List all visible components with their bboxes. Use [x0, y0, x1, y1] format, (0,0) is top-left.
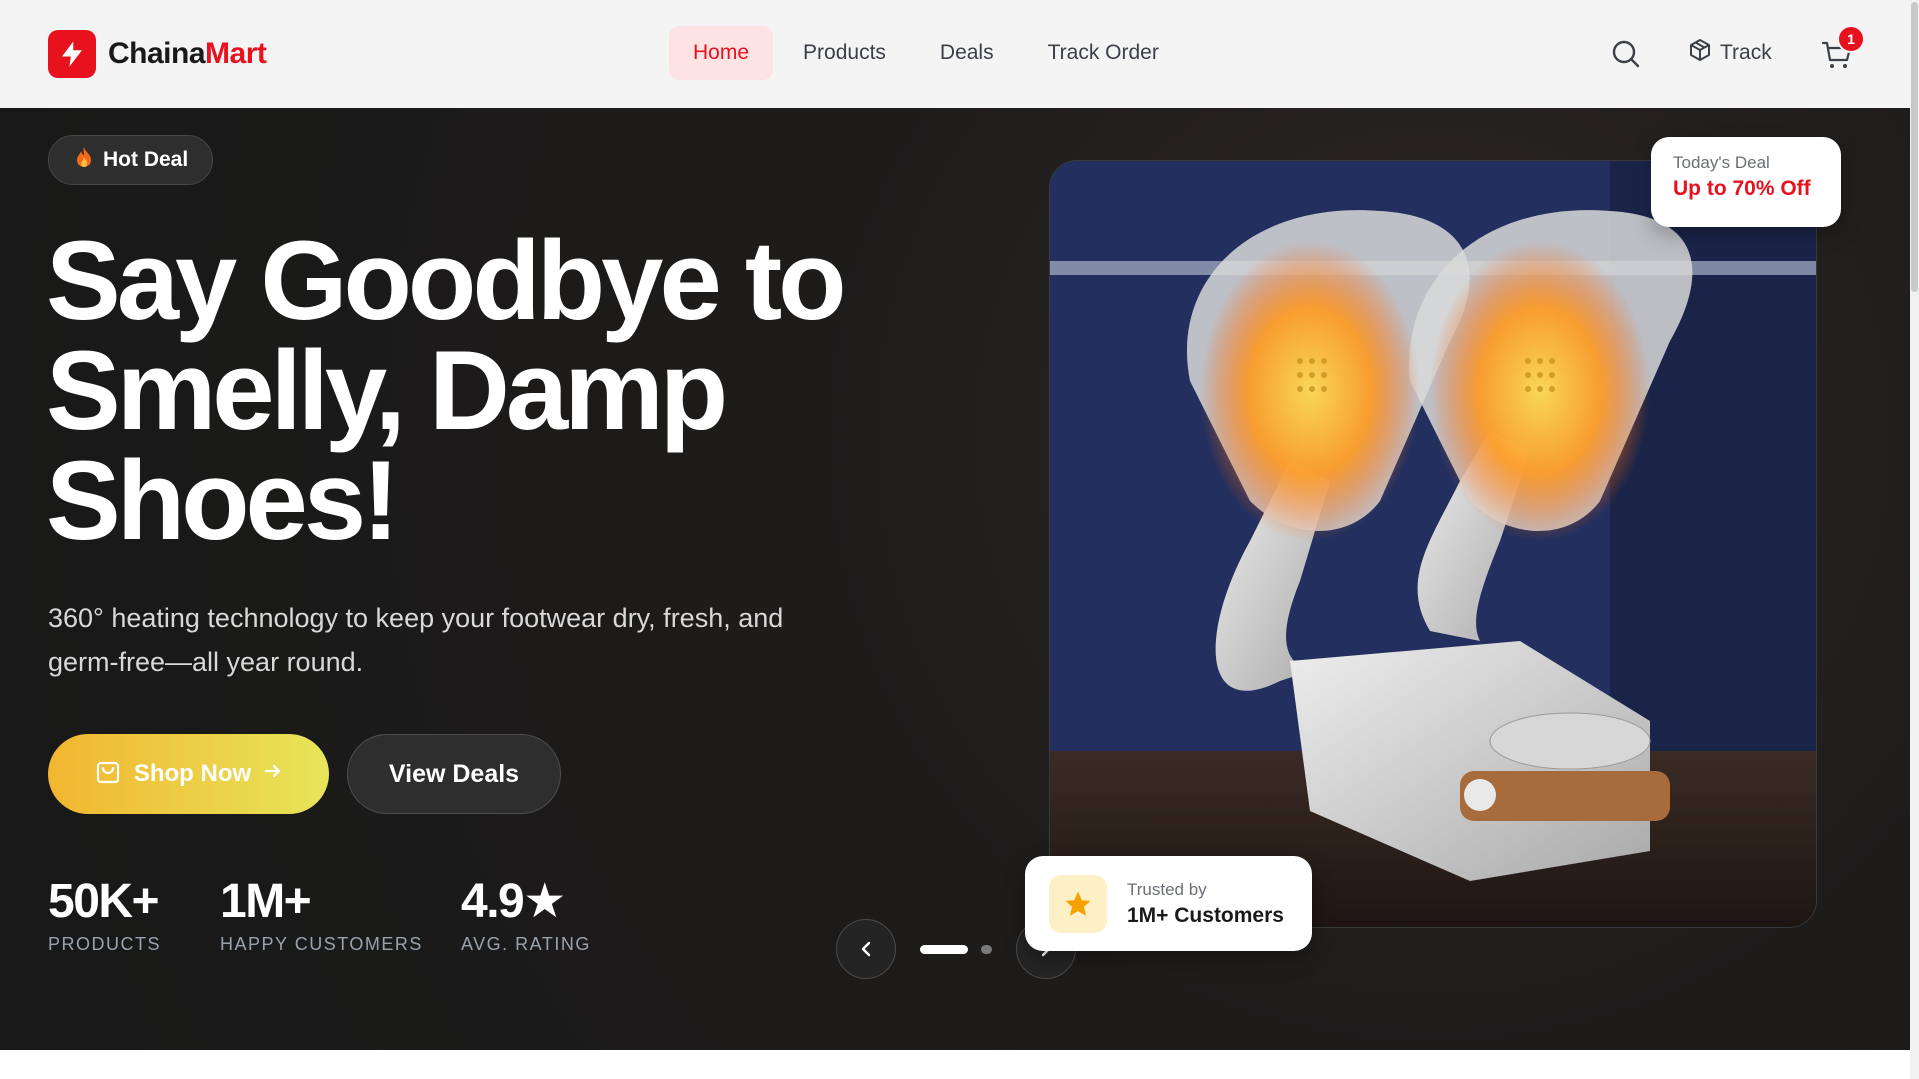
- carousel-prev-button[interactable]: [836, 919, 896, 979]
- logo-text: ChainaMart: [108, 37, 267, 71]
- track-button[interactable]: Track: [1688, 38, 1772, 68]
- stat-label: AVG. RATING: [461, 934, 591, 954]
- site-header: ChainaMart Home Products Deals Track Ord…: [0, 0, 1910, 108]
- stat-label: PRODUCTS: [48, 934, 162, 954]
- logo-text-2: Mart: [205, 37, 267, 70]
- headline-line-1: Say Goodbye to: [46, 218, 847, 343]
- main-nav: Home Products Deals Track Order: [669, 26, 1183, 80]
- nav-deals[interactable]: Deals: [916, 26, 1018, 80]
- shopping-bag-icon: [94, 757, 122, 792]
- stat-rating: 4.9★ AVG. RATING: [461, 876, 591, 955]
- logo[interactable]: ChainaMart: [48, 30, 267, 78]
- chevron-left-icon: [861, 941, 871, 957]
- hero-headline: Say Goodbye to Smelly, Damp Shoes!: [46, 218, 926, 563]
- hot-deal-label: Hot Deal: [103, 148, 189, 171]
- stat-value: 50K+: [48, 875, 160, 928]
- track-label: Track: [1720, 41, 1772, 64]
- shop-now-label: Shop Now: [133, 760, 252, 787]
- page-content-start: [0, 1050, 1910, 1079]
- hot-deal-badge: Hot Deal: [48, 135, 214, 185]
- bolt-icon: [48, 30, 96, 78]
- cart-count-badge: 1: [1837, 25, 1865, 53]
- view-deals-button[interactable]: View Deals: [347, 734, 561, 814]
- flame-icon: [75, 146, 93, 174]
- trusted-by-card: Trusted by 1M+ Customers: [1025, 856, 1312, 951]
- stat-products: 50K+ PRODUCTS: [48, 876, 161, 955]
- scrollbar[interactable]: [1910, 0, 1919, 1079]
- scrollbar-thumb[interactable]: [1911, 2, 1918, 292]
- stat-customers: 1M+ HAPPY CUSTOMERS: [220, 876, 423, 955]
- stat-value: 4.9★: [461, 875, 566, 928]
- headline-line-2: Smelly, Damp: [46, 328, 728, 453]
- carousel-dot-2[interactable]: [981, 945, 992, 954]
- carousel-dot-1[interactable]: [920, 945, 968, 954]
- headline-line-3: Shoes!: [46, 438, 399, 563]
- todays-deal-card: Today's Deal Up to 70% Off: [1651, 137, 1841, 227]
- nav-products[interactable]: Products: [779, 26, 910, 80]
- logo-text-1: Chaina: [108, 37, 206, 70]
- shop-now-button[interactable]: Shop Now: [48, 734, 329, 814]
- arrow-right-icon: [263, 760, 283, 788]
- star-icon: [1049, 874, 1107, 933]
- stat-value: 1M+: [220, 875, 312, 928]
- trust-value: 1M+ Customers: [1127, 903, 1284, 927]
- nav-track-order[interactable]: Track Order: [1024, 26, 1183, 80]
- deal-value: Up to 70% Off: [1673, 177, 1811, 200]
- search-icon[interactable]: [1610, 38, 1642, 70]
- product-image: [1049, 160, 1817, 928]
- stat-label: HAPPY CUSTOMERS: [220, 934, 423, 954]
- nav-home[interactable]: Home: [669, 26, 774, 80]
- hero-subtext: 360° heating technology to keep your foo…: [48, 603, 784, 677]
- trust-label: Trusted by: [1127, 879, 1207, 899]
- package-icon: [1688, 38, 1712, 68]
- deal-label: Today's Deal: [1673, 153, 1770, 172]
- hero-section: Hot Deal Say Goodbye to Smelly, Damp Sho…: [0, 108, 1910, 1050]
